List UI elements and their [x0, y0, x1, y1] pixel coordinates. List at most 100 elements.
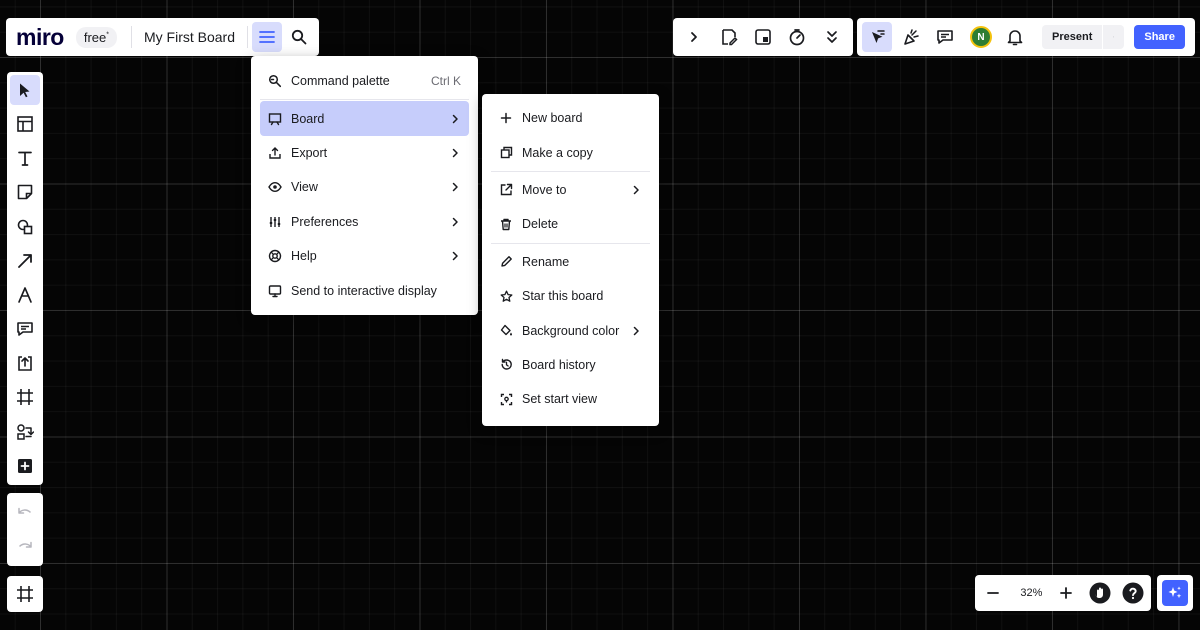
- expand-toolbar-button[interactable]: [679, 22, 709, 52]
- miro-logo[interactable]: miro: [16, 24, 64, 51]
- frame-icon: [17, 586, 33, 602]
- submenu-item-new-board[interactable]: New board: [491, 101, 650, 135]
- zoom-level[interactable]: 32%: [1013, 587, 1050, 599]
- present-button[interactable]: Present: [1042, 31, 1102, 43]
- menu-item-label: Preferences: [291, 214, 359, 229]
- upload-tool[interactable]: [10, 348, 40, 378]
- present-button-group: Present: [1042, 25, 1125, 49]
- celebrate-button[interactable]: [896, 22, 926, 52]
- search-button[interactable]: [284, 22, 314, 52]
- chevron-right-icon: [452, 114, 458, 123]
- history-icon: [499, 358, 513, 372]
- submenu-item-set-start-view[interactable]: Set start view: [491, 382, 650, 416]
- pen-icon: [18, 287, 32, 303]
- keyboard-shortcut: Ctrl K: [431, 74, 461, 89]
- chevron-right-icon: [452, 148, 458, 158]
- preferences-icon: [268, 215, 282, 229]
- move-icon: [499, 183, 513, 197]
- more-tools-button[interactable]: [817, 22, 847, 52]
- zoom-out-button[interactable]: [981, 578, 1005, 608]
- star-icon: [499, 289, 513, 303]
- sparkle-icon: [1168, 586, 1182, 599]
- plan-badge[interactable]: free*: [75, 26, 117, 48]
- pencil-icon: [499, 255, 513, 269]
- menu-item-view[interactable]: View: [260, 170, 469, 204]
- chevron-right-icon: [452, 217, 458, 226]
- chevron-right-icon: [633, 185, 639, 195]
- board-icon: [268, 112, 282, 126]
- submenu-item-rename[interactable]: Rename: [491, 245, 650, 279]
- frame-add-icon: [755, 29, 771, 45]
- redo-button[interactable]: [10, 533, 40, 561]
- sticky-stack-button[interactable]: [748, 22, 778, 52]
- submenu-item-move-to[interactable]: Move to: [491, 173, 650, 207]
- main-menu-button[interactable]: [252, 22, 282, 52]
- frames-panel-button[interactable]: [7, 576, 43, 612]
- submenu-item-star-board[interactable]: Star this board: [491, 279, 650, 313]
- paint-bucket-icon: [499, 324, 513, 338]
- plus-icon: [1059, 587, 1072, 599]
- search-icon: [291, 29, 307, 45]
- menu-item-board[interactable]: Board: [260, 101, 469, 136]
- share-button[interactable]: Share: [1134, 25, 1185, 49]
- divider: [247, 26, 248, 48]
- user-avatar[interactable]: N: [966, 22, 996, 52]
- frame-icon: [17, 389, 33, 406]
- submenu-item-make-copy[interactable]: Make a copy: [491, 135, 650, 169]
- ai-button-face: [1162, 580, 1188, 606]
- more-apps-button[interactable]: [10, 451, 40, 481]
- submenu-item-background-color[interactable]: Background color: [491, 313, 650, 347]
- comment-icon: [937, 30, 953, 44]
- timer-button[interactable]: [782, 22, 812, 52]
- present-options-button[interactable]: [1102, 25, 1124, 49]
- menu-item-label: Export: [291, 145, 328, 160]
- text-tool[interactable]: [10, 143, 40, 173]
- select-tool[interactable]: [10, 75, 40, 105]
- arrow-icon: [18, 253, 32, 268]
- menu-item-help[interactable]: Help: [260, 239, 469, 273]
- comments-button[interactable]: [930, 22, 960, 52]
- cursor-reactions-button[interactable]: [862, 22, 892, 52]
- eye-icon: [268, 180, 282, 194]
- menu-item-preferences[interactable]: Preferences: [260, 205, 469, 239]
- menu-item-label: Move to: [522, 182, 567, 197]
- menu-item-command-palette[interactable]: Command palette Ctrl K: [260, 64, 469, 98]
- hand-tool-button[interactable]: [1088, 578, 1112, 608]
- plus-icon: [499, 111, 513, 125]
- hamburger-icon: [259, 31, 275, 43]
- zoom-controls: 32%: [975, 575, 1151, 611]
- submenu-item-delete[interactable]: Delete: [491, 207, 650, 241]
- help-button[interactable]: [1121, 578, 1145, 608]
- pen-tool[interactable]: [10, 280, 40, 310]
- frame-tool[interactable]: [10, 383, 40, 413]
- ai-assistant-button[interactable]: [1157, 575, 1193, 611]
- menu-item-label: Rename: [522, 254, 570, 269]
- sticky-note-tool[interactable]: [10, 178, 40, 208]
- menu-item-label: Board: [291, 111, 325, 126]
- chevron-down-icon: [1113, 36, 1115, 38]
- zoom-in-button[interactable]: [1054, 578, 1078, 608]
- comment-tool[interactable]: [10, 314, 40, 344]
- templates-tool[interactable]: [10, 109, 40, 139]
- board-title[interactable]: My First Board: [132, 29, 247, 45]
- menu-item-label: Background color: [522, 323, 620, 338]
- submenu-item-board-history[interactable]: Board history: [491, 348, 650, 382]
- diagram-tool[interactable]: [10, 417, 40, 447]
- party-popper-icon: [904, 29, 919, 45]
- shapes-tool[interactable]: [10, 212, 40, 242]
- menu-item-export[interactable]: Export: [260, 136, 469, 170]
- menu-item-label: Send to interactive display: [291, 283, 437, 298]
- main-menu: Command palette Ctrl K Board Export View…: [251, 56, 478, 315]
- notes-button[interactable]: [714, 22, 744, 52]
- avatar: N: [970, 26, 992, 48]
- upload-icon: [18, 356, 32, 372]
- help-icon: [268, 249, 282, 263]
- undo-button[interactable]: [10, 499, 40, 527]
- cursor-icon: [20, 83, 30, 98]
- menu-item-send-to-display[interactable]: Send to interactive display: [260, 273, 469, 307]
- menu-item-label: Make a copy: [522, 145, 593, 160]
- notifications-button[interactable]: [1000, 22, 1030, 52]
- chevron-right-icon: [691, 32, 698, 42]
- connection-line-tool[interactable]: [10, 246, 40, 276]
- pointer-icon: [872, 30, 885, 43]
